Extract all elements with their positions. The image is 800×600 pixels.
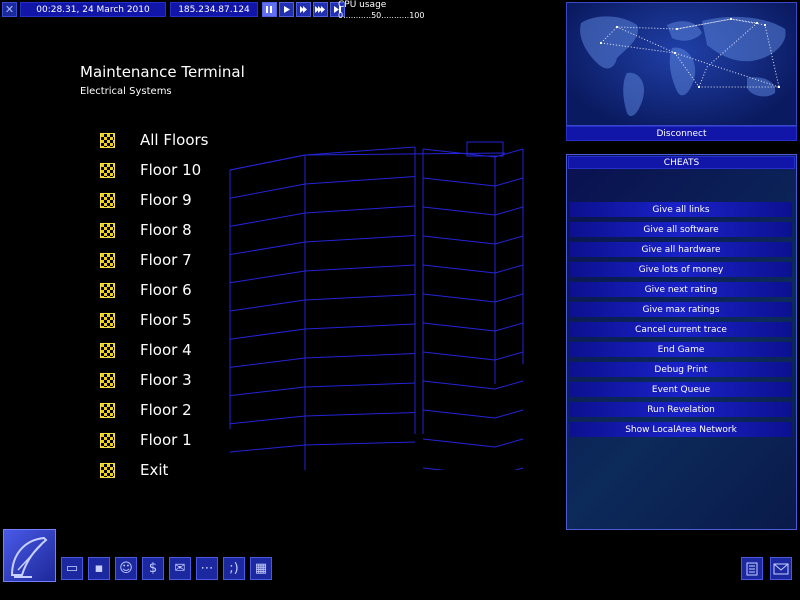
menu-item-label[interactable]: Floor 3 [140,371,192,389]
mail-button[interactable]: ✉ [169,557,191,580]
people-button[interactable]: ☺ [115,557,137,580]
menu-item-label[interactable]: Floor 7 [140,251,192,269]
email-icon [773,563,789,574]
menu-item-label[interactable]: Floor 8 [140,221,192,239]
play-button[interactable] [279,2,294,17]
cheats-title: CHEATS [568,156,795,169]
notes-button[interactable] [741,557,763,580]
world-map-graphic [580,16,786,117]
satellite-dish-icon [10,536,48,578]
ip-display: 185.234.87.124 [170,2,258,17]
menu-item[interactable]: Floor 2 [100,400,192,420]
cheat-button[interactable]: Event Queue [570,382,792,397]
menu-item[interactable]: Floor 1 [100,430,192,450]
cpu-usage-scale: 0...........50...........100 [338,11,425,20]
faster-button[interactable] [313,2,328,17]
network-button[interactable]: ⋯ [196,557,218,580]
checker-icon[interactable] [100,252,115,268]
computer-button[interactable]: ▭ [61,557,83,580]
checker-icon[interactable] [100,312,115,328]
checker-icon[interactable] [100,462,115,478]
network-icon: ⋯ [200,561,214,576]
checker-icon[interactable] [100,342,115,358]
checker-icon[interactable] [100,282,115,298]
menu-item[interactable]: Floor 8 [100,220,192,240]
menu-item[interactable]: Floor 7 [100,250,192,270]
checker-icon[interactable] [100,402,115,418]
menu-item-label[interactable]: All Floors [140,131,209,149]
page-title: Maintenance Terminal [80,63,245,81]
fast-button[interactable] [296,2,311,17]
clock-display: 00:28.31, 24 March 2010 [20,2,166,17]
checker-icon[interactable] [100,222,115,238]
cheat-button[interactable]: Show LocalArea Network [570,422,792,437]
play-icon [284,6,290,13]
dollar-icon: $ [148,561,158,576]
menu-item[interactable]: Floor 9 [100,190,192,210]
checker-icon[interactable] [100,432,115,448]
menu-item-label[interactable]: Exit [140,461,168,479]
lan-icon: ▦ [254,561,268,576]
disconnect-button[interactable]: Disconnect [566,126,797,141]
email-button[interactable] [770,557,792,580]
cheat-button[interactable]: Debug Print [570,362,792,377]
menu-item-label[interactable]: Floor 1 [140,431,192,449]
save-button[interactable]: ▪ [88,557,110,580]
menu-item-label[interactable]: Floor 10 [140,161,201,179]
menu-item-label[interactable]: Floor 2 [140,401,192,419]
cheat-button[interactable]: End Game [570,342,792,357]
lan-button[interactable]: ▦ [250,557,272,580]
fast-icon [300,6,307,13]
checker-icon[interactable] [100,192,115,208]
cheat-button[interactable]: Give next rating [570,282,792,297]
mail-icon: ✉ [174,561,186,576]
close-icon: ✕ [4,3,15,16]
page-subtitle: Electrical Systems [80,86,172,97]
world-map[interactable] [566,2,797,126]
faster-icon [315,6,325,13]
menu-item[interactable]: Floor 4 [100,340,192,360]
menu-item-label[interactable]: Floor 4 [140,341,192,359]
cheat-button[interactable]: Give all software [570,222,792,237]
save-icon: ▪ [94,561,104,576]
gateway-button[interactable] [3,529,56,582]
pause-icon [266,6,272,13]
menu-item-label[interactable]: Floor 9 [140,191,192,209]
cheat-button[interactable]: Give all hardware [570,242,792,257]
menu-item[interactable]: Floor 5 [100,310,192,330]
menu-item[interactable]: Floor 6 [100,280,192,300]
menu-item-label[interactable]: Floor 6 [140,281,192,299]
cheat-button[interactable]: Cancel current trace [570,322,792,337]
pause-button[interactable] [262,2,277,17]
close-button[interactable]: ✕ [2,2,17,17]
checker-icon[interactable] [100,162,115,178]
menu-item[interactable]: Floor 3 [100,370,192,390]
building-wireframe [229,141,524,470]
menu-item-label[interactable]: Floor 5 [140,311,192,329]
menu-item[interactable]: Exit [100,460,168,480]
checker-icon[interactable] [100,132,115,148]
chat-button[interactable]: ;) [223,557,245,580]
cheat-button[interactable]: Give all links [570,202,792,217]
cheat-button[interactable]: Give lots of money [570,262,792,277]
computer-icon: ▭ [65,561,79,576]
chat-icon: ;) [229,561,239,576]
cheat-button[interactable]: Run Revelation [570,402,792,417]
cheat-button[interactable]: Give max ratings [570,302,792,317]
dollar-button[interactable]: $ [142,557,164,580]
menu-item[interactable]: Floor 10 [100,160,201,180]
people-icon: ☺ [119,561,133,576]
checker-icon[interactable] [100,372,115,388]
notes-icon [746,562,758,575]
menu-item[interactable]: All Floors [100,130,209,150]
cpu-usage-label: CPU usage [338,0,387,10]
